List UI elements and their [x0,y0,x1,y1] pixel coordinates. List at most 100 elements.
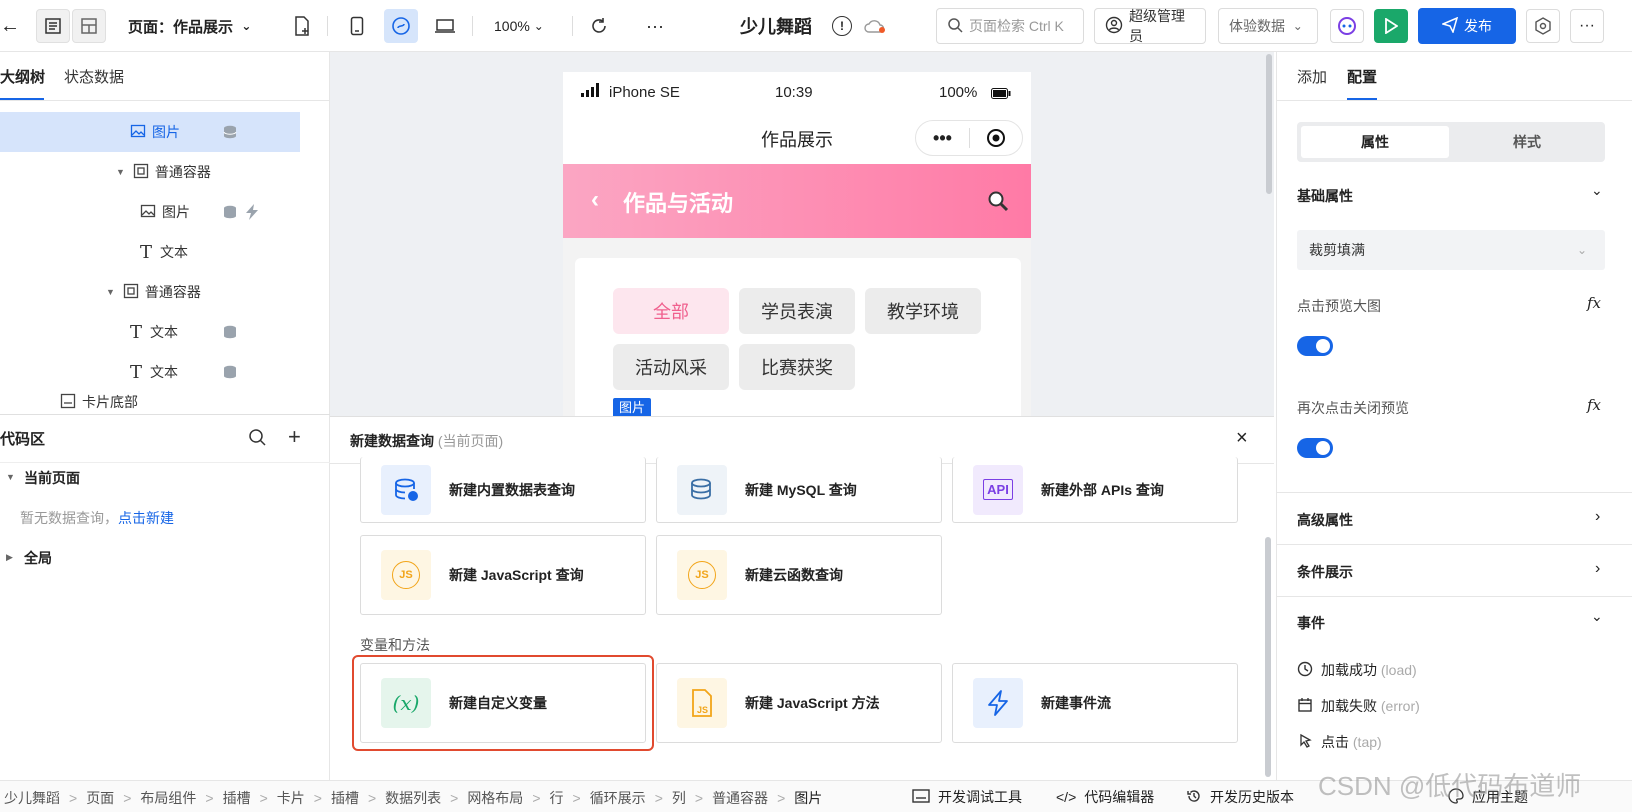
desktop-view-icon[interactable] [428,9,462,43]
events-header[interactable]: 事件 [1297,613,1325,633]
new-cloud-function-query-card[interactable]: JS 新建云函数查询 [656,535,942,615]
panel-scrollbar[interactable] [1265,537,1271,777]
fx-icon[interactable]: fx [1587,396,1601,414]
segment-style[interactable]: 样式 [1453,126,1601,158]
breadcrumb-item[interactable]: 行 [550,788,564,808]
tap-pointer-icon [1297,733,1313,752]
basic-props-header[interactable]: 基础属性 [1297,186,1353,206]
back-arrow-icon[interactable]: ← [0,14,20,38]
add-icon[interactable]: + [288,424,301,450]
breadcrumb-item[interactable]: 图片 [794,788,822,808]
new-custom-variable-card[interactable]: (x) 新建自定义变量 [360,663,646,743]
tree-item-container-2[interactable]: ▼ 普通容器 [106,272,201,312]
layout-icon[interactable] [72,9,106,43]
breadcrumb-item[interactable]: 普通容器 [712,788,768,808]
breadcrumb-item[interactable]: 列 [672,788,686,808]
tab-config[interactable]: 配置 [1347,66,1377,87]
tag-student-show[interactable]: 学员表演 [739,288,855,334]
left-panel: 大纲树 状态数据 图片 ▼ 普通容器 图片 T 文本 ▼ 普通容器 T 文本 T… [0,52,330,780]
breadcrumb-separator: > [205,790,214,806]
breadcrumb-item[interactable]: 页面 [86,788,114,808]
global-group[interactable]: 全局 [24,548,52,568]
page-list-icon[interactable] [36,9,70,43]
tree-item-text[interactable]: T 文本 [140,232,188,272]
tag-teaching-env[interactable]: 教学环境 [865,288,981,334]
more-dots-icon[interactable]: ••• [916,128,969,149]
chevron-down-icon: ⌄ [1576,243,1587,257]
tree-item-image-selected[interactable]: 图片 [0,112,300,152]
segment-props[interactable]: 属性 [1301,126,1449,158]
fit-mode-select[interactable]: 裁剪填满 ⌄ [1297,230,1605,270]
new-javascript-method-card[interactable]: JS 新建 JavaScript 方法 [656,663,942,743]
caret-down-icon[interactable]: ▼ [6,472,15,482]
chevron-down-icon[interactable]: ⌄ [1591,182,1603,199]
close-icon[interactable]: × [1236,427,1248,450]
create-query-link[interactable]: 点击新建 [118,510,174,526]
new-external-api-query-card[interactable]: API 新建外部 APIs 查询 [952,457,1238,523]
breadcrumb-item[interactable]: 少儿舞蹈 [4,788,60,808]
tree-item-image[interactable]: 图片 [140,192,290,232]
preview-large-toggle[interactable] [1297,336,1333,356]
mobile-view-icon[interactable] [340,9,374,43]
breadcrumb-item[interactable]: 插槽 [331,788,359,808]
admin-button[interactable]: 超级管理员 [1094,8,1206,44]
caret-right-icon[interactable]: ▶ [6,552,13,563]
breadcrumb-item[interactable]: 布局组件 [140,788,196,808]
tag-awards[interactable]: 比赛获奖 [739,344,855,390]
fx-icon[interactable]: fx [1587,294,1601,312]
breadcrumb-item[interactable]: 数据列表 [385,788,441,808]
breadcrumb-item[interactable]: 卡片 [277,788,305,808]
advanced-props-header[interactable]: 高级属性 [1297,510,1353,530]
current-page-group[interactable]: 当前页面 [24,468,80,488]
tag-activities[interactable]: 活动风采 [613,344,729,390]
tab-add[interactable]: 添加 [1297,66,1327,87]
capsule-menu[interactable]: ••• [915,120,1023,156]
condition-display-header[interactable]: 条件展示 [1297,562,1353,582]
tab-outline-tree[interactable]: 大纲树 [0,66,45,87]
breadcrumb-item[interactable]: 循环展示 [590,788,646,808]
tree-item-text-2[interactable]: T 文本 [130,312,290,352]
tag-all[interactable]: 全部 [613,288,729,334]
more-icon[interactable]: ··· [640,12,670,40]
event-error[interactable]: 加载失败 (error) [1297,696,1420,716]
more-menu-icon[interactable]: ··· [1570,9,1604,43]
watermark: CSDN @低代码布道师 [1318,771,1582,801]
history-version-button[interactable]: 开发历史版本 [1186,787,1294,807]
search-icon[interactable] [987,190,1009,215]
miniprogram-view-icon[interactable] [384,9,418,43]
canvas-scrollbar[interactable] [1266,54,1272,194]
tree-item-card-footer[interactable]: 卡片底部 [60,390,138,414]
page-selector[interactable]: 页面：作品展示 ⌄ [128,14,251,38]
new-page-icon[interactable] [285,9,319,43]
new-builtin-table-query-card[interactable]: 新建内置数据表查询 [360,457,646,523]
zoom-selector[interactable]: 100% ⌄ [494,14,544,38]
chevron-right-icon[interactable]: › [1595,508,1600,526]
new-javascript-query-card[interactable]: JS 新建 JavaScript 查询 [360,535,646,615]
tab-state-data[interactable]: 状态数据 [64,66,124,87]
event-tap[interactable]: 点击 (tap) [1297,732,1382,752]
debug-tools-button[interactable]: 开发调试工具 [912,787,1022,807]
settings-icon[interactable] [1526,9,1560,43]
ai-assistant-icon[interactable] [1330,9,1364,43]
data-env-select[interactable]: 体验数据 ⌄ [1218,8,1318,44]
tree-item-text-3[interactable]: T 文本 [130,352,290,392]
breadcrumb-item[interactable]: 插槽 [223,788,251,808]
publish-button[interactable]: 发布 [1418,8,1516,44]
new-mysql-query-card[interactable]: 新建 MySQL 查询 [656,457,942,523]
page-search-input[interactable]: 页面检索 Ctrl K [936,8,1084,44]
info-icon[interactable]: ! [832,16,852,36]
close-target-icon[interactable] [970,128,1022,148]
close-preview-toggle[interactable] [1297,438,1333,458]
tree-item-container[interactable]: ▼ 普通容器 [116,152,211,192]
caret-down-icon: ▼ [116,167,125,177]
preview-play-button[interactable] [1374,9,1408,43]
search-icon[interactable] [248,428,266,449]
event-load[interactable]: 加载成功 (load) [1297,660,1417,680]
breadcrumb-item[interactable]: 网格布局 [467,788,523,808]
refresh-icon[interactable] [582,9,616,43]
code-editor-button[interactable]: </> 代码编辑器 [1056,787,1154,807]
new-event-flow-card[interactable]: 新建事件流 [952,663,1238,743]
chevron-down-icon[interactable]: ⌄ [1591,608,1603,625]
chevron-right-icon[interactable]: › [1595,560,1600,578]
chevron-left-icon[interactable]: ‹ [591,186,599,214]
